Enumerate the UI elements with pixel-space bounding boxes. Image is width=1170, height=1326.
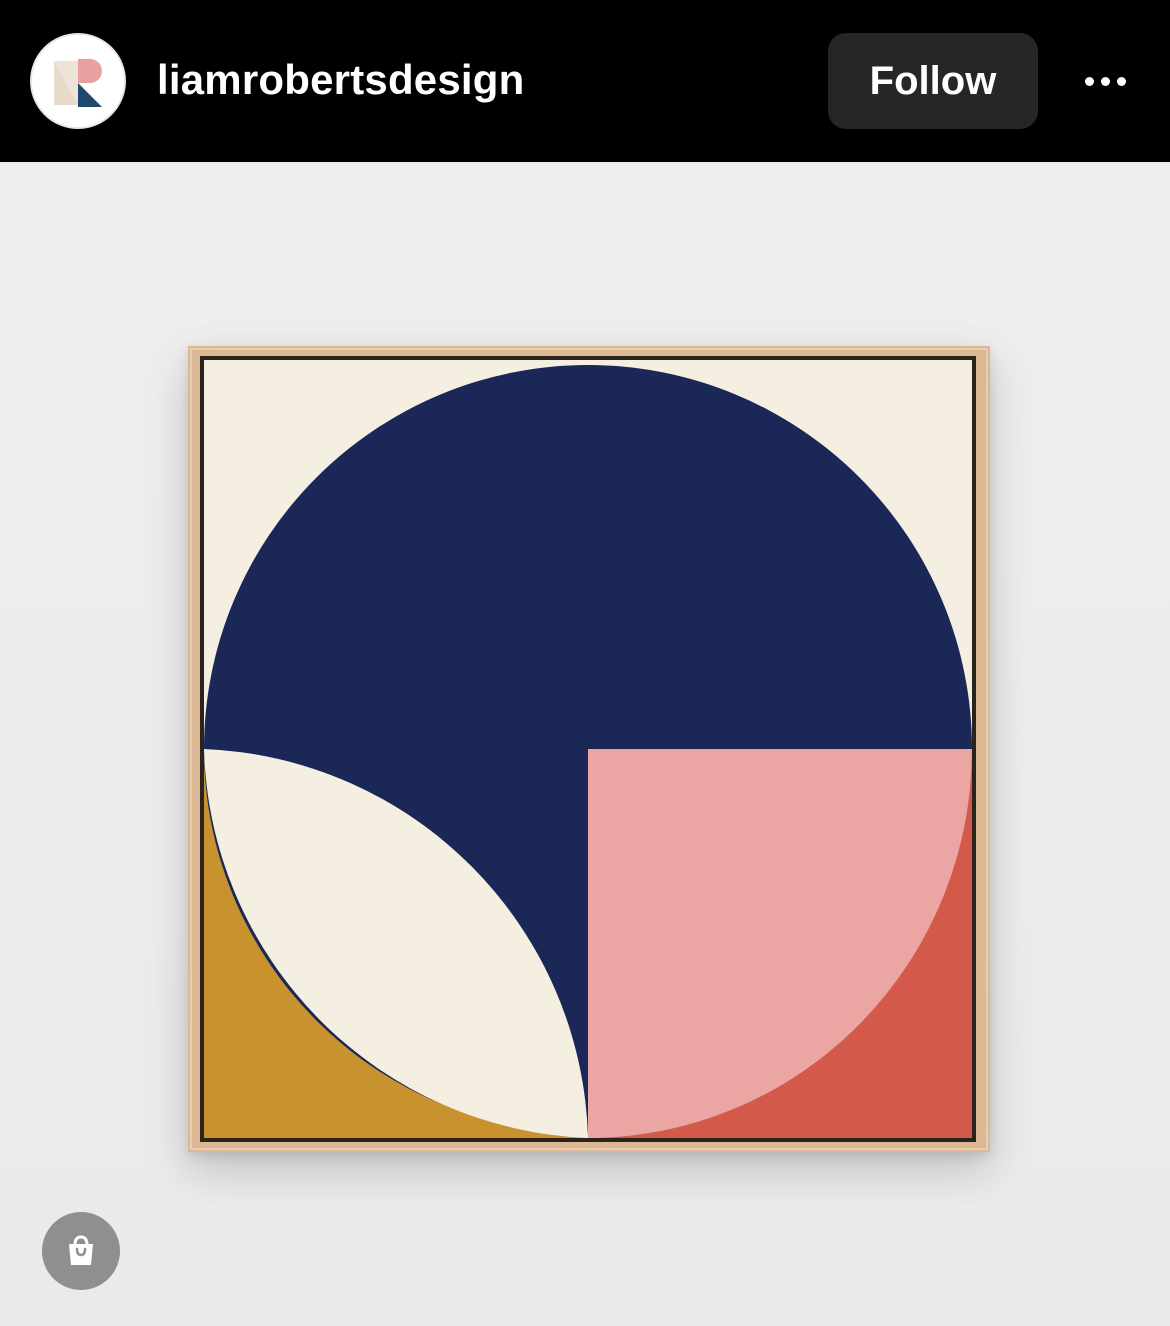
shopping-bag-icon [69, 1235, 93, 1265]
artwork-image [188, 346, 990, 1152]
brand-logo-icon [32, 35, 124, 127]
follow-button[interactable]: Follow [828, 33, 1038, 129]
painting-canvas [204, 360, 972, 1138]
more-horizontal-icon [1100, 76, 1110, 86]
shop-button[interactable] [42, 1212, 120, 1290]
post-header: liamrobertsdesign Follow [0, 0, 1170, 162]
profile-avatar[interactable] [30, 33, 126, 129]
more-horizontal-icon [1116, 76, 1126, 86]
username-link[interactable]: liamrobertsdesign [157, 56, 525, 104]
more-horizontal-icon [1084, 76, 1094, 86]
more-options-button[interactable] [1074, 60, 1136, 102]
